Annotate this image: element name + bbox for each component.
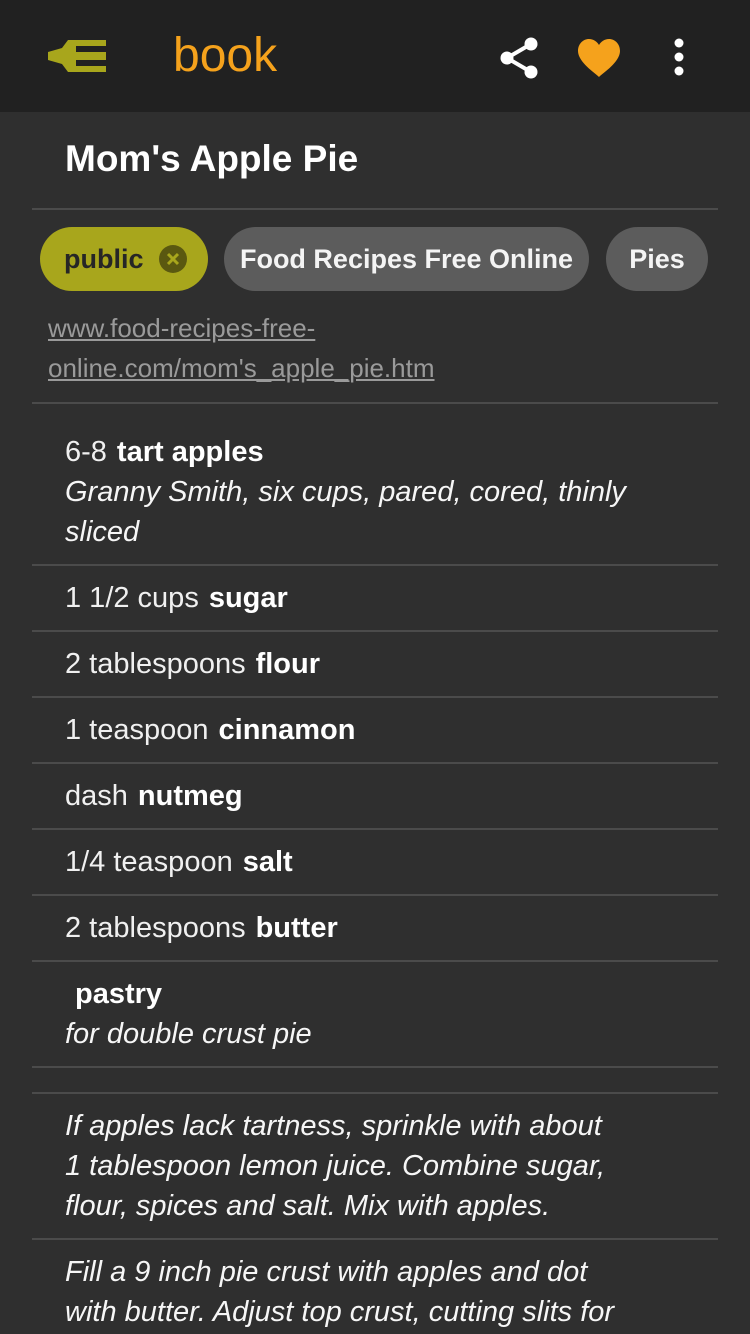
ingredient-item[interactable]: 1/4 teaspoon salt <box>65 842 705 882</box>
step-text: If apples lack tartness, sprinkle with a… <box>65 1110 602 1142</box>
tag-label: Food Recipes Free Online <box>239 244 574 274</box>
ingredient-quantity: 1/4 teaspoon <box>65 846 233 878</box>
divider <box>32 402 718 404</box>
tag-chip-category[interactable]: Pies <box>606 227 708 291</box>
step-text: 1 tablespoon lemon juice. Combine sugar, <box>65 1150 606 1182</box>
divider <box>32 960 718 962</box>
recipe-title: Mom's Apple Pie <box>65 138 359 179</box>
ingredient-name: nutmeg <box>137 780 243 812</box>
ingredient-quantity: 2 tablespoons <box>65 648 246 680</box>
share-icon[interactable] <box>497 36 541 80</box>
tag-chip-source[interactable]: Food Recipes Free Online <box>224 227 589 291</box>
divider <box>32 894 718 896</box>
close-icon[interactable] <box>159 245 187 273</box>
divider <box>32 1066 718 1068</box>
divider <box>32 564 718 566</box>
divider <box>32 630 718 632</box>
ingredient-item[interactable]: 1 1/2 cups sugar <box>65 578 705 618</box>
ingredient-name: pastry <box>75 978 163 1010</box>
ingredient-item[interactable]: 6-8 tart apples Granny Smith, six cups, p… <box>65 432 705 552</box>
divider <box>32 208 718 210</box>
ingredient-quantity: 1 teaspoon <box>65 714 209 746</box>
ingredient-note: sliced <box>65 516 140 548</box>
ingredient-name: sugar <box>208 582 288 614</box>
step-text: flour, spices and salt. Mix with apples. <box>65 1190 551 1222</box>
fork-logo-icon[interactable] <box>46 36 108 76</box>
ingredient-name: salt <box>242 846 293 878</box>
source-link-line: online.com/mom's_apple_pie.htm <box>48 353 435 383</box>
ingredient-note: Granny Smith, six cups, pared, cored, th… <box>65 476 626 508</box>
instruction-step: Fill a 9 inch pie crust with apples and … <box>65 1252 705 1332</box>
heart-icon[interactable] <box>576 38 622 78</box>
more-vert-icon[interactable] <box>664 36 694 78</box>
step-text: Fill a 9 inch pie crust with apples and … <box>65 1256 588 1288</box>
ingredient-quantity: 2 tablespoons <box>65 912 246 944</box>
source-link[interactable]: www.food-recipes-free- online.com/mom's_… <box>48 308 518 388</box>
ingredient-name: butter <box>255 912 338 944</box>
ingredient-item[interactable]: 1 teaspoon cinnamon <box>65 710 705 750</box>
ingredient-item[interactable]: 2 tablespoons butter <box>65 908 705 948</box>
tag-label: public <box>64 244 144 274</box>
divider <box>32 828 718 830</box>
tag-chip-public[interactable]: public <box>40 227 208 291</box>
source-link-line: www.food-recipes-free- <box>48 313 316 343</box>
ingredient-quantity: 6-8 <box>65 436 107 468</box>
ingredient-note: for double crust pie <box>65 1018 312 1050</box>
ingredient-name: tart apples <box>116 436 264 468</box>
ingredient-quantity: 1 1/2 cups <box>65 582 199 614</box>
app-bar: book <box>0 0 750 112</box>
app-title: book <box>173 29 278 82</box>
divider <box>32 1238 718 1240</box>
ingredient-quantity: dash <box>65 780 128 812</box>
tag-label: Pies <box>629 244 685 274</box>
recipe-detail: Mom's Apple Pie public Food Recipes Free… <box>0 112 750 1334</box>
instruction-step: If apples lack tartness, sprinkle with a… <box>65 1106 705 1226</box>
ingredient-item[interactable]: 2 tablespoons flour <box>65 644 705 684</box>
ingredient-item[interactable]: pastry for double crust pie <box>65 974 705 1054</box>
ingredient-name: cinnamon <box>218 714 356 746</box>
ingredient-name: flour <box>255 648 321 680</box>
divider <box>32 696 718 698</box>
divider <box>32 762 718 764</box>
divider <box>32 1092 718 1094</box>
step-text: with butter. Adjust top crust, cutting s… <box>65 1296 615 1328</box>
ingredient-item[interactable]: dash nutmeg <box>65 776 705 816</box>
